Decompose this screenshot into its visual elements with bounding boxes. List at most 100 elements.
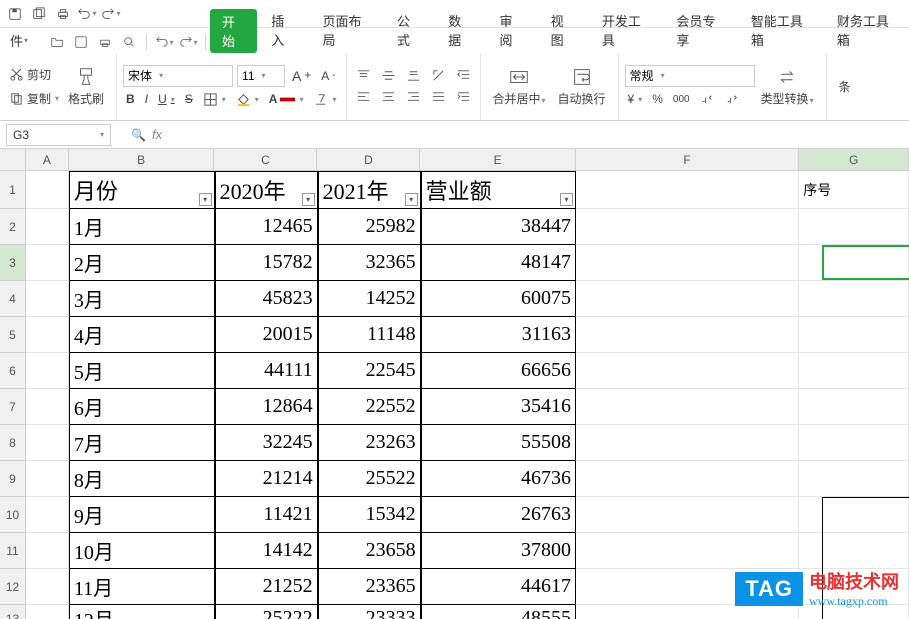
row-header-8[interactable]: 8 [0, 425, 26, 461]
cell[interactable] [26, 353, 69, 389]
cell[interactable]: 23263 [318, 425, 421, 461]
cell[interactable] [799, 389, 909, 425]
cell[interactable]: 31163 [421, 317, 576, 353]
col-header-G[interactable]: G [799, 149, 909, 171]
cell[interactable] [576, 425, 799, 461]
orientation-icon[interactable] [428, 66, 449, 85]
filter-icon[interactable] [199, 193, 212, 206]
font-name-select[interactable]: 宋体▾ [123, 65, 233, 87]
cell[interactable]: 月份 [69, 171, 215, 209]
cell[interactable]: 25982 [318, 209, 421, 245]
strike-button[interactable]: S [182, 90, 196, 108]
cell[interactable]: 12465 [215, 209, 318, 245]
font-color-button[interactable]: A▾ [266, 90, 307, 109]
row-header-13[interactable]: 13 [0, 605, 26, 619]
cell[interactable]: 15782 [215, 245, 318, 281]
preview-icon[interactable] [28, 3, 50, 25]
type-convert-button[interactable]: 类型转换▾ [755, 62, 820, 111]
cell[interactable]: 55508 [421, 425, 576, 461]
cell[interactable] [26, 569, 69, 605]
row-header-7[interactable]: 7 [0, 389, 26, 425]
cell[interactable]: 11421 [215, 497, 318, 533]
tab-dev[interactable]: 开发工具 [588, 7, 662, 53]
align-middle-icon[interactable] [378, 66, 399, 85]
bold-button[interactable]: B [123, 90, 138, 108]
undo2-icon[interactable]: ▾ [153, 31, 175, 53]
formula-input[interactable] [162, 124, 909, 146]
font-size-select[interactable]: 11▾ [237, 65, 285, 87]
tab-layout[interactable]: 页面布局 [309, 7, 383, 53]
justify-icon[interactable] [428, 88, 449, 107]
cell[interactable] [26, 171, 69, 209]
cell[interactable] [576, 353, 799, 389]
undo-icon[interactable]: ▾ [76, 3, 98, 25]
cell[interactable]: 12864 [215, 389, 318, 425]
row-header-10[interactable]: 10 [0, 497, 26, 533]
italic-button[interactable]: I [142, 90, 151, 108]
cell[interactable]: 12月 [69, 605, 215, 619]
tab-data[interactable]: 数据 [434, 7, 485, 53]
redo-icon[interactable]: ▾ [100, 3, 122, 25]
cell[interactable]: 营业额 [421, 171, 576, 209]
clear-format-button[interactable]: ▾ [310, 90, 339, 109]
cell[interactable]: 23333 [318, 605, 421, 619]
cell[interactable]: 32245 [215, 425, 318, 461]
row-header-9[interactable]: 9 [0, 461, 26, 497]
row-header-4[interactable]: 4 [0, 281, 26, 317]
cell[interactable] [576, 497, 799, 533]
save2-icon[interactable] [70, 31, 92, 53]
cell[interactable]: 48555 [421, 605, 576, 619]
cell[interactable] [26, 245, 69, 281]
align-right-icon[interactable] [403, 88, 424, 107]
row-header-1[interactable]: 1 [0, 171, 26, 209]
cell[interactable]: 4月 [69, 317, 215, 353]
name-box[interactable]: G3▾ [6, 124, 111, 146]
cell[interactable]: 25222 [215, 605, 318, 619]
cell[interactable]: 2020年 [215, 171, 318, 209]
row-header-12[interactable]: 12 [0, 569, 26, 605]
cell[interactable] [26, 605, 69, 619]
cell[interactable]: 37800 [421, 533, 576, 569]
cell[interactable]: 7月 [69, 425, 215, 461]
cell[interactable] [26, 533, 69, 569]
cell[interactable]: 44111 [215, 353, 318, 389]
cell[interactable]: 32365 [318, 245, 421, 281]
cell[interactable]: 6月 [69, 389, 215, 425]
cell[interactable]: 23658 [318, 533, 421, 569]
file-tab[interactable]: 件▾ [0, 28, 38, 53]
cell[interactable]: 5月 [69, 353, 215, 389]
save-icon[interactable] [4, 3, 26, 25]
cell[interactable] [799, 425, 909, 461]
cell[interactable]: 48147 [421, 245, 576, 281]
increase-decimal-icon[interactable] [697, 90, 718, 109]
cell[interactable]: 14142 [215, 533, 318, 569]
cell[interactable]: 10月 [69, 533, 215, 569]
cell[interactable]: 21214 [215, 461, 318, 497]
row-header-2[interactable]: 2 [0, 209, 26, 245]
wrap-text-button[interactable]: 自动换行 [552, 62, 612, 111]
comma-button[interactable]: 000 [670, 92, 693, 107]
preview2-icon[interactable] [118, 31, 140, 53]
cell[interactable] [26, 425, 69, 461]
align-top-icon[interactable] [353, 66, 374, 85]
cell[interactable] [799, 533, 909, 569]
cell[interactable]: 21252 [215, 569, 318, 605]
fill-color-button[interactable]: ▾ [233, 90, 262, 109]
cell[interactable]: 60075 [421, 281, 576, 317]
format-painter-button[interactable]: 格式刷 [62, 62, 110, 111]
cell[interactable]: 26763 [421, 497, 576, 533]
tab-smart[interactable]: 智能工具箱 [737, 7, 823, 53]
cell[interactable] [576, 533, 799, 569]
cell[interactable] [799, 353, 909, 389]
col-header-A[interactable]: A [26, 149, 69, 171]
number-format-select[interactable]: 常规▾ [625, 65, 755, 87]
cell[interactable] [799, 497, 909, 533]
cell[interactable] [26, 209, 69, 245]
indent-dec-icon[interactable] [453, 66, 474, 85]
cell[interactable]: 8月 [69, 461, 215, 497]
tab-finance[interactable]: 财务工具箱 [823, 7, 909, 53]
cell[interactable] [26, 389, 69, 425]
row-header-11[interactable]: 11 [0, 533, 26, 569]
cell[interactable] [576, 389, 799, 425]
percent-button[interactable]: % [649, 90, 666, 108]
